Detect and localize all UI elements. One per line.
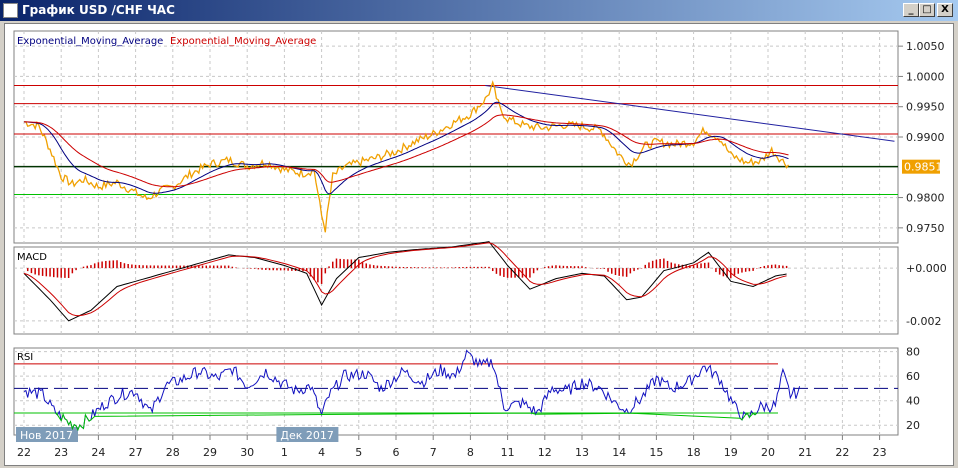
time-axis-label: 15 <box>649 446 663 459</box>
macd-legend: MACD <box>17 252 47 263</box>
minimize-button[interactable]: _ <box>903 3 919 17</box>
time-axis-label: 30 <box>240 446 254 459</box>
time-axis-label: 4 <box>318 446 325 459</box>
chart-canvas[interactable]: 1.0050 1.0000 0.9950 0.9900 0.9800 0.9750 +0.0… <box>5 24 955 467</box>
time-axis-label: 5 <box>355 446 362 459</box>
time-axis-label: 19 <box>724 446 738 459</box>
month-label: Нов 2017 <box>20 429 73 442</box>
ema-slow-legend: Exponential_Moving_Average <box>170 36 316 47</box>
time-axis-label: 13 <box>575 446 589 459</box>
time-axis-label: 8 <box>467 446 474 459</box>
time-axis-label: 22 <box>17 446 31 459</box>
price-axis-label: 0.9800 <box>906 192 945 205</box>
price-axis-label: 0.9750 <box>906 222 945 235</box>
last-price-value: 0.9851 <box>904 161 943 174</box>
time-axis-label: 29 <box>203 446 217 459</box>
time-axis-label: 11 <box>501 446 515 459</box>
rsi-axis-label: 60 <box>906 370 920 383</box>
chart-window[interactable]: 1.0050 1.0000 0.9950 0.9900 0.9800 0.9750 +0.0… <box>4 23 954 466</box>
time-axis-label: 27 <box>129 446 143 459</box>
time-axis-label: 23 <box>54 446 68 459</box>
time-axis-label: 28 <box>166 446 180 459</box>
time-axis-label: 24 <box>91 446 105 459</box>
price-axis-label: 1.0050 <box>906 40 945 53</box>
time-axis-label: 18 <box>687 446 701 459</box>
chart-app-icon <box>3 3 18 18</box>
time-axis-label: 14 <box>612 446 626 459</box>
rsi-axis-label: 40 <box>906 395 920 408</box>
time-axis-label: 23 <box>873 446 887 459</box>
time-axis-label: 20 <box>761 446 775 459</box>
pane-frame-2 <box>13 347 899 436</box>
rsi-legend: RSI <box>17 352 33 363</box>
time-axis-label: 22 <box>835 446 849 459</box>
time-axis-label: 12 <box>538 446 552 459</box>
price-axis-label: 0.9950 <box>906 101 945 114</box>
macd-axis-label: +0.000 <box>906 262 947 275</box>
price-axis-label: 1.0000 <box>906 70 945 83</box>
time-axis-label: 7 <box>430 446 437 459</box>
maximize-button[interactable]: □ <box>919 3 935 17</box>
month-label: Дек 2017 <box>280 429 334 442</box>
time-axis-label: 21 <box>798 446 812 459</box>
close-button[interactable]: X <box>937 3 953 17</box>
window-title: График USD /CHF ЧАС <box>22 3 175 17</box>
rsi-axis-label: 20 <box>906 419 920 432</box>
rsi-axis-label: 80 <box>906 346 920 359</box>
window-title-bar[interactable]: График USD /CHF ЧАС <box>0 0 958 21</box>
macd-axis-label: -0.002 <box>906 315 941 328</box>
time-axis-label: 1 <box>281 446 288 459</box>
ema-fast-legend: Exponential_Moving_Average <box>17 36 163 47</box>
time-axis-label: 6 <box>393 446 400 459</box>
price-axis-label: 0.9900 <box>906 131 945 144</box>
